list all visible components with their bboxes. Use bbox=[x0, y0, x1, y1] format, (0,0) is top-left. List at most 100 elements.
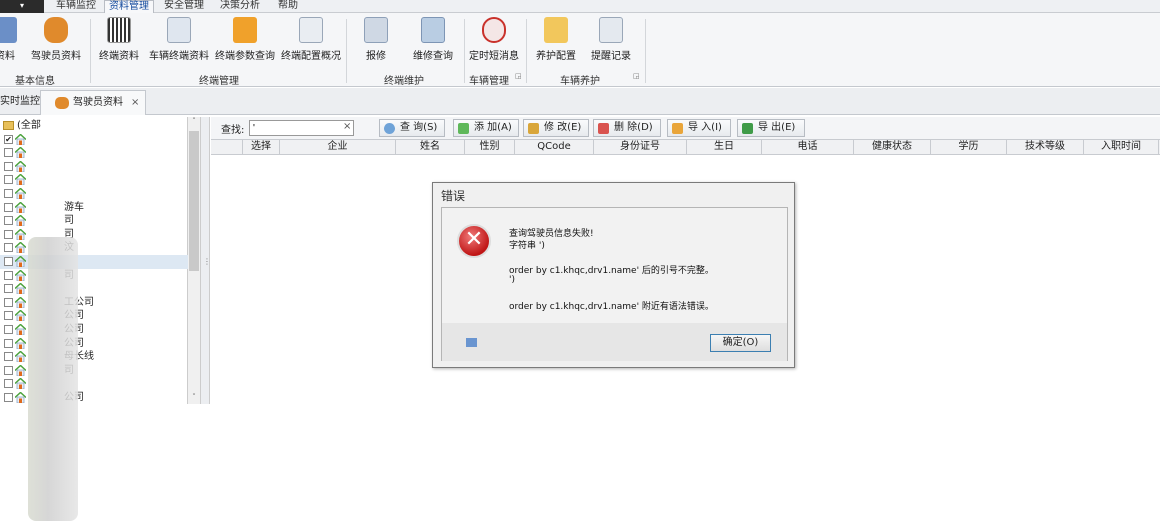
button-label: 删 除(D) bbox=[614, 122, 653, 133]
button-label: 车辆终端资料 bbox=[149, 51, 209, 62]
checkbox[interactable] bbox=[4, 148, 13, 158]
checkbox[interactable] bbox=[4, 175, 13, 185]
checkbox[interactable] bbox=[4, 393, 13, 402]
column-header[interactable]: 姓名 bbox=[396, 140, 465, 155]
profile-button[interactable]: 资料 bbox=[0, 17, 20, 69]
excel-export-icon bbox=[742, 123, 753, 134]
splitter-handle[interactable]: ⋮ bbox=[200, 117, 211, 404]
clear-search-icon[interactable]: × bbox=[343, 121, 351, 132]
driver-profile-button[interactable]: 驾驶员资料 bbox=[26, 17, 86, 69]
column-header[interactable]: 入职时间 bbox=[1084, 140, 1159, 155]
tab-decision-analysis[interactable]: 决策分析 bbox=[212, 0, 268, 13]
column-header[interactable]: 企业 bbox=[280, 140, 396, 155]
tree-item[interactable] bbox=[0, 160, 188, 174]
column-header[interactable]: 健康状态 bbox=[854, 140, 931, 155]
group-launcher-icon[interactable]: ◲ bbox=[633, 72, 640, 80]
reminder-records-button[interactable]: 提醒记录 bbox=[588, 17, 634, 69]
terminal-param-query-button[interactable]: 终端参数查询 bbox=[214, 17, 276, 69]
checkbox[interactable] bbox=[4, 365, 13, 375]
dialog-title: 错误 bbox=[441, 189, 466, 203]
tab-data-management[interactable]: 资料管理 bbox=[104, 0, 154, 14]
checkbox[interactable]: ✔ bbox=[4, 134, 13, 144]
export-button[interactable]: 导 出(E) bbox=[737, 119, 805, 137]
column-header[interactable]: 学历 bbox=[931, 140, 1007, 155]
group-label: 终端管理 bbox=[199, 76, 239, 87]
timed-sms-button[interactable]: 定时短消息 bbox=[466, 17, 522, 69]
document-icon bbox=[167, 17, 191, 43]
doc-tab-realtime-monitor[interactable]: 实时监控 bbox=[0, 90, 40, 115]
checkbox[interactable] bbox=[4, 216, 13, 226]
column-header[interactable]: QCode bbox=[515, 140, 594, 155]
checkbox[interactable] bbox=[4, 189, 13, 198]
checkbox[interactable] bbox=[4, 270, 13, 280]
checkbox[interactable] bbox=[4, 338, 13, 348]
tree-scrollbar[interactable]: ˄ ˅ bbox=[188, 117, 200, 404]
tree-item[interactable] bbox=[0, 187, 188, 201]
button-label: 养护配置 bbox=[536, 51, 576, 62]
doc-tab-driver-profile[interactable]: 驾驶员资料 × bbox=[40, 90, 146, 115]
column-header[interactable]: 生日 bbox=[687, 140, 762, 155]
app-menu-button[interactable]: ▾ bbox=[0, 0, 44, 13]
checkbox[interactable] bbox=[4, 229, 13, 239]
tree-item[interactable]: ✔ bbox=[0, 133, 188, 147]
checkbox[interactable] bbox=[4, 379, 13, 389]
add-icon bbox=[458, 123, 469, 134]
home-icon bbox=[15, 188, 26, 199]
checkbox[interactable] bbox=[4, 297, 13, 307]
checkbox[interactable] bbox=[4, 284, 13, 294]
ok-button[interactable]: 确定(O) bbox=[710, 334, 771, 352]
table-icon bbox=[599, 17, 623, 43]
search-icon bbox=[384, 123, 395, 134]
checkbox[interactable] bbox=[4, 325, 13, 334]
checkbox[interactable] bbox=[4, 257, 13, 266]
copy-icon[interactable] bbox=[466, 338, 477, 347]
group-launcher-icon[interactable]: ◲ bbox=[515, 72, 522, 80]
company-tree: (全部 ✔游车司司汶司工公司公司公司公司母长线司公司 bbox=[0, 117, 188, 521]
checkbox[interactable] bbox=[4, 311, 13, 321]
tree-item[interactable]: 司 bbox=[0, 214, 188, 228]
column-header[interactable]: 电话 bbox=[762, 140, 854, 155]
search-input[interactable] bbox=[249, 120, 354, 136]
close-icon[interactable]: × bbox=[131, 91, 139, 115]
home-icon bbox=[15, 242, 26, 254]
home-icon bbox=[15, 174, 26, 186]
checkbox[interactable] bbox=[4, 202, 13, 212]
tree-item[interactable]: 游车 bbox=[0, 201, 188, 215]
tab-safety-management[interactable]: 安全管理 bbox=[156, 0, 212, 13]
home-icon bbox=[15, 296, 26, 308]
query-button[interactable]: 查 询(S) bbox=[379, 119, 445, 137]
scroll-down-icon[interactable]: ˅ bbox=[188, 393, 200, 403]
tree-item[interactable] bbox=[0, 146, 188, 160]
add-button[interactable]: 添 加(A) bbox=[453, 119, 519, 137]
column-header[interactable] bbox=[211, 140, 243, 155]
repair-button[interactable]: 报修 bbox=[356, 17, 396, 69]
terminal-config-button[interactable]: 终端配置概况 bbox=[278, 17, 344, 69]
maintenance-config-button[interactable]: 养护配置 bbox=[534, 17, 578, 69]
scroll-up-icon[interactable]: ˄ bbox=[188, 117, 200, 127]
column-header[interactable]: 选择 bbox=[243, 140, 280, 155]
vehicle-terminal-button[interactable]: 车辆终端资料 bbox=[146, 17, 212, 69]
column-header[interactable]: 性别 bbox=[465, 140, 515, 155]
barcode-icon bbox=[107, 17, 131, 43]
tree-item[interactable] bbox=[0, 173, 188, 187]
checkbox[interactable] bbox=[4, 243, 13, 253]
column-header[interactable]: 技术等级 bbox=[1007, 140, 1084, 155]
delete-button[interactable]: 删 除(D) bbox=[593, 119, 661, 137]
checkbox[interactable] bbox=[4, 352, 13, 362]
tree-root-label: (全部 bbox=[17, 120, 41, 131]
column-header[interactable]: 身份证号 bbox=[594, 140, 687, 155]
tree-item[interactable]: 司 bbox=[0, 228, 188, 242]
button-label: 维修查询 bbox=[413, 51, 453, 62]
tab-help[interactable]: 帮助 bbox=[268, 0, 308, 13]
terminal-profile-button[interactable]: 终端资料 bbox=[94, 17, 144, 69]
tab-vehicle-monitor[interactable]: 车辆监控 bbox=[48, 0, 104, 13]
repair-query-button[interactable]: 维修查询 bbox=[408, 17, 458, 69]
button-label: 报修 bbox=[366, 51, 386, 62]
tree-root[interactable]: (全部 bbox=[0, 119, 188, 133]
edit-button[interactable]: 修 改(E) bbox=[523, 119, 589, 137]
tab-label: 驾驶员资料 bbox=[73, 97, 123, 108]
checkbox[interactable] bbox=[4, 161, 13, 171]
import-button[interactable]: 导 入(I) bbox=[667, 119, 731, 137]
button-label: 资料 bbox=[0, 51, 15, 62]
scroll-thumb[interactable] bbox=[189, 131, 199, 271]
